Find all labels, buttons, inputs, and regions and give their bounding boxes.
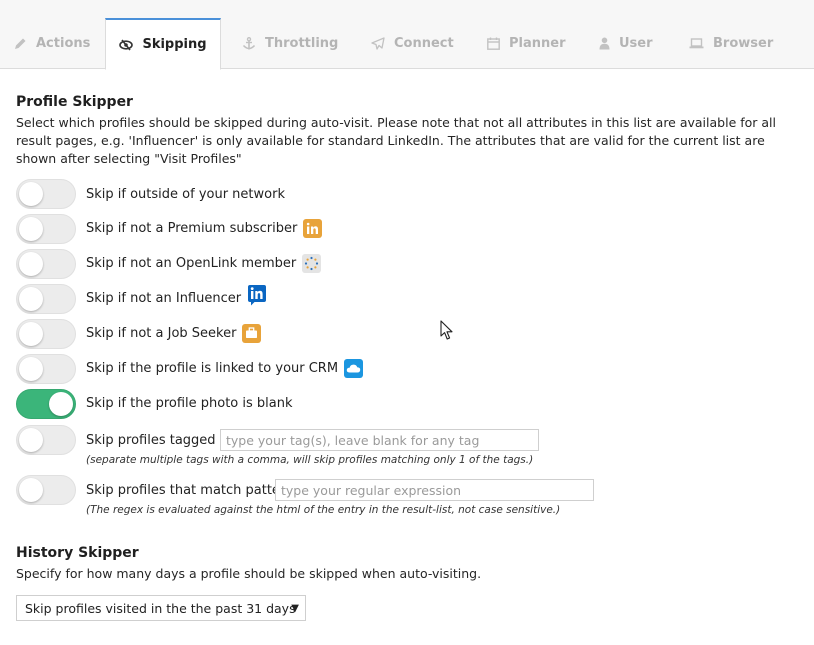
profile-skipper-description: Select which profiles should be skipped … (16, 115, 777, 166)
history-days-select[interactable]: Skip profiles visited in the the past 31… (16, 595, 306, 621)
tab-bar: Actions Skipping Throttling Connect Plan… (0, 0, 814, 70)
option-openlink: Skip if not an OpenLink member (86, 253, 322, 273)
crm-cloud-icon (344, 358, 364, 378)
tab-browser[interactable]: Browser (689, 18, 773, 69)
tab-label: Throttling (265, 36, 339, 51)
influencer-linkedin-icon (247, 284, 267, 306)
toggle-outside-network[interactable] (16, 179, 76, 209)
option-label: Skip if not a Premium subscriber (86, 220, 298, 236)
laptop-icon (689, 38, 704, 49)
regex-input[interactable] (275, 479, 594, 501)
tab-planner[interactable]: Planner (487, 18, 566, 69)
anchor-icon (242, 36, 256, 51)
toggle-knob (19, 428, 43, 452)
option-job-seeker: Skip if not a Job Seeker (86, 323, 262, 343)
tab-label: Skipping (142, 37, 207, 52)
toggle-crm[interactable] (16, 354, 76, 384)
option-tagged: Skip profiles tagged as (86, 430, 234, 450)
option-label: Skip if the profile photo is blank (86, 395, 293, 411)
toggle-knob (19, 287, 43, 311)
option-premium: Skip if not a Premium subscriber (86, 218, 323, 238)
option-label: Skip if not an OpenLink member (86, 255, 297, 271)
openlink-icon (302, 253, 322, 273)
toggle-knob (19, 322, 43, 346)
paper-plane-icon (371, 37, 385, 50)
option-label: Skip if the profile is linked to your CR… (86, 360, 339, 376)
toggle-knob (19, 252, 43, 276)
option-label: Skip profiles tagged as (86, 432, 235, 448)
option-label: Skip if not a Job Seeker (86, 325, 237, 341)
option-label: Skip if outside of your network (86, 186, 285, 202)
tab-label: Browser (713, 36, 774, 51)
toggle-knob (19, 357, 43, 381)
option-label: Skip if not an Influencer (86, 290, 242, 306)
toggle-knob (49, 392, 73, 416)
toggle-premium[interactable] (16, 214, 76, 244)
caret-down-icon: ▼ (291, 603, 299, 614)
user-icon (599, 37, 610, 50)
option-influencer: Skip if not an Influencer (86, 285, 267, 308)
toggle-knob (19, 182, 43, 206)
toggle-influencer[interactable] (16, 284, 76, 314)
tab-label: User (619, 36, 653, 51)
toggle-openlink[interactable] (16, 249, 76, 279)
tab-user[interactable]: User (599, 18, 653, 69)
tab-actions[interactable]: Actions (14, 18, 90, 69)
toggle-job-seeker[interactable] (16, 319, 76, 349)
option-pattern: Skip profiles that match pattern (86, 480, 293, 500)
option-crm: Skip if the profile is linked to your CR… (86, 358, 364, 378)
toggle-blank-photo[interactable] (16, 389, 76, 419)
regex-hint: (The regex is evaluated against the html… (86, 504, 561, 516)
tags-input[interactable] (220, 429, 539, 451)
tab-label: Actions (36, 36, 91, 51)
option-blank-photo: Skip if the profile photo is blank (86, 393, 293, 413)
mouse-cursor-icon (440, 320, 454, 345)
toggle-knob (19, 217, 43, 241)
tab-label: Connect (394, 36, 454, 51)
pencil-icon (14, 37, 27, 50)
eye-slash-icon (119, 39, 134, 51)
tab-label: Planner (509, 36, 566, 51)
history-skipper-description: Specify for how many days a profile shou… (16, 566, 482, 581)
option-label: Skip profiles that match pattern (86, 482, 294, 498)
profile-skipper-title: Profile Skipper (16, 94, 133, 110)
calendar-icon (487, 37, 500, 50)
tags-hint: (separate multiple tags with a comma, wi… (86, 454, 534, 466)
job-seeker-icon (242, 323, 262, 343)
toggle-tagged[interactable] (16, 425, 76, 455)
premium-linkedin-icon (303, 218, 323, 238)
option-outside-network: Skip if outside of your network (86, 184, 285, 204)
tab-connect[interactable]: Connect (371, 18, 454, 69)
tab-throttling[interactable]: Throttling (242, 18, 338, 69)
toggle-knob (19, 478, 43, 502)
history-skipper-title: History Skipper (16, 545, 139, 561)
tab-skipping[interactable]: Skipping (105, 18, 221, 70)
select-value: Skip profiles visited in the the past 31… (25, 600, 296, 616)
toggle-pattern[interactable] (16, 475, 76, 505)
